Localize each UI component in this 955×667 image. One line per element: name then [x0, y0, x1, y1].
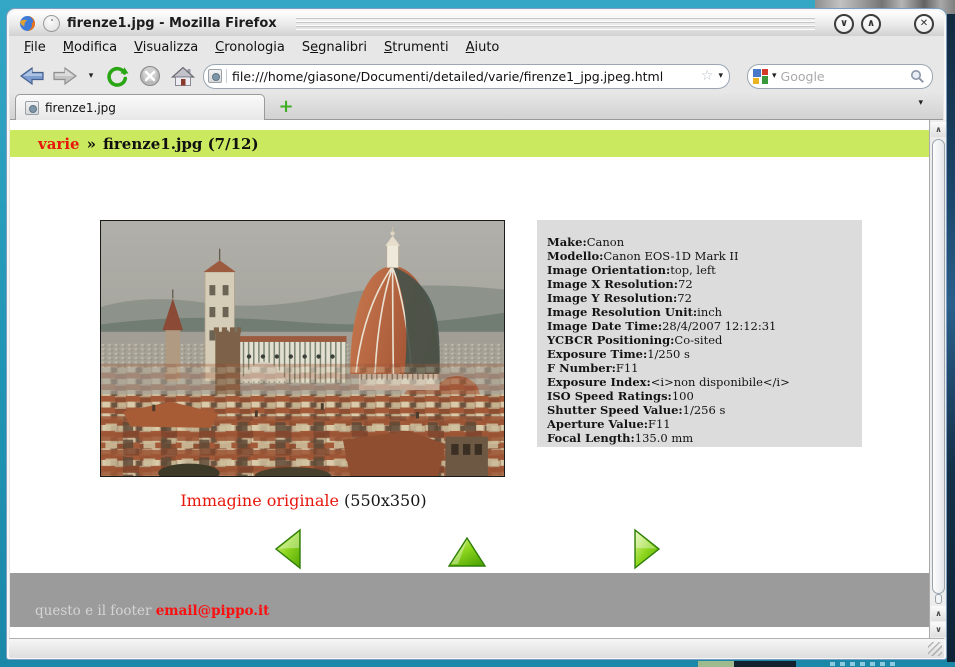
- home-button[interactable]: [170, 63, 196, 89]
- exif-row: Exposure Index:<i>non disponibile</i>: [547, 375, 852, 389]
- footer-email-link[interactable]: email@pippo.it: [156, 603, 270, 619]
- search-input[interactable]: [781, 69, 906, 84]
- menu-file[interactable]: File: [24, 40, 46, 55]
- home-icon: [171, 65, 195, 87]
- breadcrumb: varie » firenze1.jpg (7/12): [10, 130, 929, 157]
- exif-row: Make:Canon: [547, 235, 852, 249]
- exif-row: Image Y Resolution:72: [547, 291, 852, 305]
- back-forward-dropdown[interactable]: ▾: [85, 63, 97, 89]
- reload-button[interactable]: [104, 63, 130, 89]
- menu-visualizza[interactable]: Visualizza: [134, 40, 198, 55]
- tab-favicon-icon: [25, 101, 39, 115]
- original-image-link[interactable]: Immagine originale: [180, 491, 339, 510]
- scroll-up-button-bottom[interactable]: ∧: [931, 606, 946, 621]
- scrollbar-thumb[interactable]: [932, 139, 945, 594]
- page-content: varie » firenze1.jpg (7/12): [10, 120, 929, 640]
- title-bar[interactable]: firenze1.jpg - Mozilla Firefox ∨ ∧ ✕: [9, 11, 944, 36]
- breadcrumb-current: firenze1.jpg (7/12): [103, 135, 259, 153]
- resize-grip[interactable]: [928, 642, 942, 656]
- scroll-down-button[interactable]: ∨: [931, 622, 946, 637]
- page-footer: questo e il footer email@pippo.it: [10, 573, 929, 627]
- florence-photo[interactable]: [100, 220, 505, 477]
- url-dropdown-icon[interactable]: ▾: [718, 72, 723, 81]
- stop-icon: [139, 65, 161, 87]
- vertical-scrollbar[interactable]: ∧ ∧ ∨: [929, 120, 946, 640]
- previous-image-button[interactable]: [273, 528, 303, 570]
- firefox-icon: [19, 15, 36, 32]
- window-menu-icon[interactable]: [43, 15, 60, 32]
- exif-row: Image X Resolution:72: [547, 277, 852, 291]
- minimize-button[interactable]: ∨: [834, 14, 854, 34]
- page-favicon-icon: [208, 69, 222, 83]
- exif-row: ISO Speed Ratings:100: [547, 389, 852, 403]
- breadcrumb-category-link[interactable]: varie: [38, 135, 80, 153]
- tab-bar: firenze1.jpg + ▾: [10, 93, 943, 120]
- new-tab-button[interactable]: +: [276, 96, 296, 116]
- gallery-navigation: [10, 524, 929, 568]
- footer-text: questo e il footer: [35, 603, 156, 619]
- menu-segnalibri[interactable]: Segnalibri: [302, 40, 367, 55]
- back-button[interactable]: [19, 63, 45, 89]
- exif-row: Focal Length:135.0 mm: [547, 431, 852, 445]
- navigation-toolbar: ▾ ☆: [10, 59, 943, 93]
- taskbar-fragment: [698, 661, 734, 667]
- menu-cronologia[interactable]: Cronologia: [215, 40, 285, 55]
- tab-list-dropdown-icon[interactable]: ▾: [918, 99, 923, 108]
- maximize-button[interactable]: ∧: [861, 14, 881, 34]
- image-caption: Immagine originale (550x350): [100, 491, 507, 510]
- back-arrow-icon: [19, 65, 45, 87]
- florence-photo-image: [101, 221, 504, 476]
- status-bar: [9, 638, 944, 658]
- exif-row: Exposure Time:1/250 s: [547, 347, 852, 361]
- next-image-button[interactable]: [632, 528, 662, 570]
- taskbar-fragment: [734, 661, 796, 667]
- menu-aiuto[interactable]: Aiuto: [466, 40, 500, 55]
- tab-title: firenze1.jpg: [45, 101, 116, 115]
- exif-row: Shutter Speed Value:1/256 s: [547, 403, 852, 417]
- breadcrumb-separator: »: [87, 135, 96, 153]
- tab-firenze1[interactable]: firenze1.jpg: [15, 94, 265, 120]
- exif-row: YCBCR Positioning:Co-sited: [547, 333, 852, 347]
- exif-row: Modello:Canon EOS-1D Mark II: [547, 249, 852, 263]
- exif-row: Image Date Time:28/4/2007 12:12:31: [547, 319, 852, 333]
- reload-icon: [105, 64, 129, 88]
- exif-panel: Make:Canon Modello:Canon EOS-1D Mark II …: [537, 220, 862, 447]
- desktop-background-right: [947, 12, 955, 662]
- menu-bar: File Modifica Visualizza Cronologia Segn…: [10, 36, 943, 59]
- menu-modifica[interactable]: Modifica: [63, 40, 117, 55]
- forward-button[interactable]: [52, 63, 78, 89]
- search-bar[interactable]: ▾: [747, 64, 933, 89]
- close-button[interactable]: ✕: [914, 14, 934, 34]
- image-size-label: (550x350): [344, 491, 427, 510]
- bookmark-star-icon[interactable]: ☆: [701, 69, 714, 83]
- index-up-button[interactable]: [447, 536, 487, 568]
- stop-button[interactable]: [137, 63, 163, 89]
- firefox-window: firenze1.jpg - Mozilla Firefox ∨ ∧ ✕ Fil…: [6, 8, 947, 660]
- titlebar-ridges: [296, 17, 815, 30]
- exif-row: F Number:F11: [547, 361, 852, 375]
- url-input[interactable]: [232, 69, 696, 84]
- magnifier-icon[interactable]: [910, 69, 925, 84]
- scroll-up-button[interactable]: ∧: [931, 122, 946, 137]
- forward-arrow-icon: [52, 65, 78, 87]
- exif-row: Image Orientation:top, left: [547, 263, 852, 277]
- menu-strumenti[interactable]: Strumenti: [384, 40, 449, 55]
- window-title: firenze1.jpg - Mozilla Firefox: [67, 16, 277, 31]
- exif-row: Aperture Value:F11: [547, 417, 852, 431]
- exif-row: Image Resolution Unit:inch: [547, 305, 852, 319]
- taskbar-fragment: [830, 662, 896, 666]
- search-engine-dropdown-icon[interactable]: ▾: [772, 72, 777, 81]
- scrollbar-grip[interactable]: [935, 594, 942, 604]
- google-engine-icon: [753, 69, 768, 84]
- url-bar[interactable]: ☆ ▾: [203, 64, 730, 89]
